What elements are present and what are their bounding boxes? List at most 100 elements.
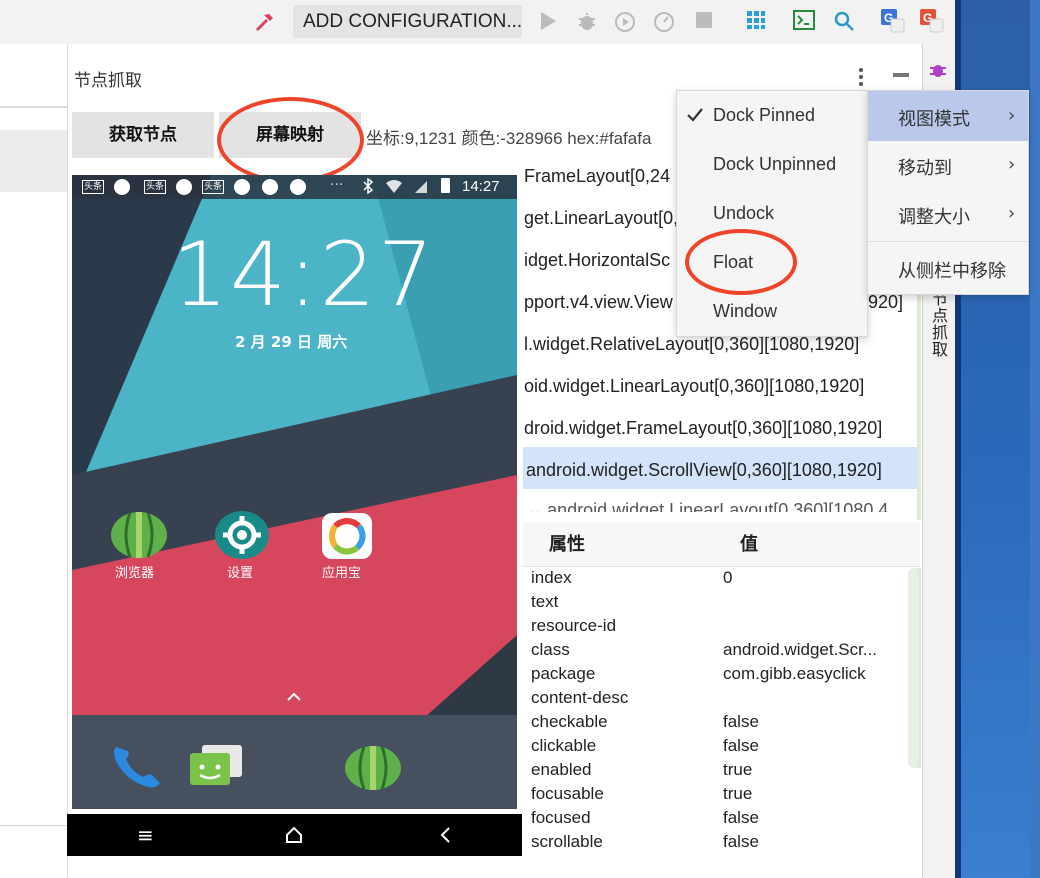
prop-key: focusable bbox=[531, 784, 604, 803]
browser-app-label: 浏览器 bbox=[115, 566, 155, 581]
prop-value: 0 bbox=[723, 568, 733, 587]
prop-key: resource-id bbox=[531, 616, 617, 635]
search-icon[interactable] bbox=[832, 10, 856, 38]
attribute-column-header[interactable]: 属性 bbox=[549, 530, 585, 556]
menu-item-dock-pinned[interactable]: Dock Pinned bbox=[713, 105, 815, 126]
value-column-header[interactable]: 值 bbox=[740, 530, 758, 556]
app-store-label: 应用宝 bbox=[322, 566, 362, 581]
bluetooth-icon bbox=[362, 177, 374, 198]
status-icon-5 bbox=[290, 179, 306, 195]
chevron-up-icon[interactable] bbox=[286, 687, 302, 706]
run-configuration-dropdown[interactable]: ADD CONFIGURATION... bbox=[293, 5, 522, 38]
submenu-arrow-icon: › bbox=[1008, 154, 1016, 175]
translate-icon[interactable]: G bbox=[880, 8, 905, 40]
home-date: 2 月 29 日 周六 bbox=[235, 333, 348, 351]
signal-icon bbox=[414, 179, 428, 198]
phone-dialer-icon[interactable] bbox=[108, 741, 164, 795]
tree-node-expandable[interactable]: ⌄ android.widget.LinearLayout[0,360][108… bbox=[527, 500, 888, 512]
menu-item-window[interactable]: Window bbox=[713, 301, 777, 322]
status-badge-2: 头条 bbox=[144, 180, 167, 194]
menu-item-view-mode[interactable]: 视图模式 bbox=[898, 105, 970, 131]
view-mode-submenu: Dock Pinned Dock Unpinned Undock Float W… bbox=[676, 90, 868, 337]
back-icon[interactable] bbox=[439, 825, 451, 849]
get-nodes-button[interactable]: 获取节点 bbox=[72, 112, 214, 158]
profile-icon[interactable] bbox=[652, 10, 676, 40]
status-time: 14:27 bbox=[462, 178, 500, 195]
phone-navigation-bar: ≡ bbox=[67, 814, 522, 856]
prop-value: false bbox=[723, 712, 759, 731]
prop-key: scrollable bbox=[531, 832, 603, 851]
menu-item-remove-from-sidebar[interactable]: 从侧栏中移除 bbox=[898, 257, 1006, 283]
status-icon-4 bbox=[262, 179, 278, 195]
stop-icon[interactable] bbox=[692, 10, 716, 36]
prop-value: false bbox=[723, 736, 759, 755]
prop-key: clickable bbox=[531, 736, 597, 755]
grid-icon[interactable] bbox=[744, 10, 768, 36]
prop-key: checkable bbox=[531, 712, 608, 731]
menu-item-dock-unpinned[interactable]: Dock Unpinned bbox=[713, 154, 836, 175]
check-icon bbox=[686, 107, 704, 127]
run-coverage-icon[interactable] bbox=[613, 10, 637, 40]
tree-node[interactable]: FrameLayout[0,24 bbox=[524, 166, 670, 187]
tree-node[interactable]: get.LinearLayout[0, bbox=[524, 208, 678, 229]
prop-value: true bbox=[723, 784, 753, 803]
tree-node[interactable]: oid.widget.LinearLayout[0,360][1080,1920… bbox=[524, 376, 864, 397]
status-badge-3: 头条 bbox=[202, 180, 225, 194]
prop-value: com.gibb.easyclick bbox=[723, 664, 866, 683]
editor-area bbox=[0, 44, 67, 878]
menu-item-resize[interactable]: 调整大小 bbox=[898, 203, 970, 229]
prop-value: true bbox=[723, 760, 753, 779]
status-icon-1 bbox=[114, 179, 130, 195]
prop-key: enabled bbox=[531, 760, 592, 779]
minimize-icon[interactable] bbox=[893, 73, 909, 77]
tree-node[interactable]: droid.widget.FrameLayout[0,360][1080,192… bbox=[524, 418, 882, 439]
debug-icon[interactable] bbox=[575, 10, 599, 38]
browser-dock-icon[interactable] bbox=[344, 745, 402, 795]
menu-item-undock[interactable]: Undock bbox=[713, 203, 774, 224]
wifi-icon bbox=[385, 179, 403, 198]
status-badge-1: 头条 bbox=[82, 180, 105, 194]
properties-scrollbar[interactable] bbox=[908, 568, 919, 768]
tool-window-title: 节点抓取 bbox=[74, 71, 142, 91]
options-menu: 视图模式 › 移动到 › 调整大小 › 从侧栏中移除 bbox=[867, 90, 1029, 295]
prop-value: false bbox=[723, 832, 759, 851]
prop-key: package bbox=[531, 664, 596, 683]
prop-key: content-desc bbox=[531, 688, 629, 707]
highlight-ring-float bbox=[685, 229, 797, 295]
messages-icon[interactable] bbox=[188, 741, 246, 795]
tree-node[interactable]: l.widget.RelativeLayout[0,360][1080,1920… bbox=[524, 334, 859, 355]
highlight-ring-screen-map bbox=[217, 97, 364, 183]
status-icon-3 bbox=[234, 179, 250, 195]
device-screen-mirror[interactable]: 头条 头条 头条 ··· 14:27 14:27 2 月 29 日 周六 浏览器… bbox=[72, 175, 517, 809]
play-icon[interactable] bbox=[536, 10, 560, 38]
bug-icon bbox=[928, 60, 948, 84]
submenu-arrow-icon: › bbox=[1008, 105, 1016, 126]
browser-app-icon[interactable] bbox=[110, 511, 168, 563]
prop-key: focused bbox=[531, 808, 591, 827]
tree-node[interactable]: pport.v4.view.View bbox=[524, 292, 673, 313]
settings-app-icon[interactable] bbox=[214, 510, 270, 564]
prop-key: text bbox=[531, 592, 559, 611]
prop-key: class bbox=[531, 640, 570, 659]
expand-chevron-icon[interactable]: ⌄ bbox=[527, 500, 547, 512]
battery-icon bbox=[441, 178, 450, 193]
settings-app-label: 设置 bbox=[227, 566, 254, 581]
translate-alt-icon[interactable]: G bbox=[919, 8, 944, 40]
more-options-icon[interactable] bbox=[856, 66, 866, 88]
menu-item-move-to[interactable]: 移动到 bbox=[898, 154, 952, 180]
prop-value: false bbox=[723, 808, 759, 827]
menu-icon[interactable]: ≡ bbox=[137, 823, 154, 847]
hammer-icon[interactable] bbox=[253, 10, 277, 40]
tree-node[interactable]: idget.HorizontalSc bbox=[524, 250, 670, 271]
app-store-icon[interactable] bbox=[321, 512, 373, 564]
home-icon[interactable] bbox=[285, 825, 303, 849]
status-icon-2 bbox=[176, 179, 192, 195]
more-notifications-icon: ··· bbox=[330, 177, 344, 193]
prop-value: android.widget.Scr... bbox=[723, 640, 878, 659]
home-clock: 14:27 bbox=[172, 223, 436, 326]
coordinate-color-readout: 坐标:9,1231 颜色:-328966 hex:#fafafa bbox=[366, 129, 652, 148]
terminal-icon[interactable] bbox=[792, 10, 816, 36]
tree-node-selected[interactable]: android.widget.ScrollView[0,360][1080,19… bbox=[526, 460, 882, 481]
submenu-arrow-icon: › bbox=[1008, 203, 1016, 224]
side-tab-node-capture[interactable]: 节点抓取 bbox=[926, 290, 950, 358]
